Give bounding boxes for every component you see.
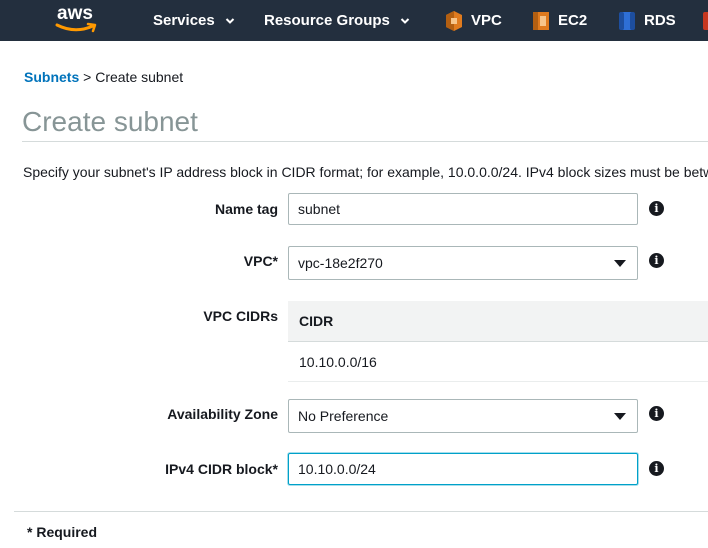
availability-zone-info-icon[interactable]: i: [649, 406, 664, 421]
rds-icon: [619, 11, 635, 30]
availability-zone-select-value: No Preference: [298, 408, 389, 424]
table-row: 10.10.0.0/16: [288, 342, 708, 382]
ec2-shortcut-label: EC2: [558, 12, 588, 29]
page-description: Specify your subnet's IP address block i…: [23, 164, 708, 180]
footer-divider: [14, 511, 708, 512]
chevron-down-icon: [400, 17, 410, 24]
resource-groups-menu-label: Resource Groups: [264, 12, 390, 29]
vpc-info-icon[interactable]: i: [649, 253, 664, 268]
services-menu-label: Services: [153, 12, 215, 29]
name-tag-info-icon[interactable]: i: [649, 201, 664, 216]
vpc-label: VPC*: [243, 253, 278, 269]
resource-groups-menu[interactable]: Resource Groups: [264, 0, 410, 41]
ec2-shortcut[interactable]: EC2: [532, 0, 587, 41]
ipv4-cidr-info-icon[interactable]: i: [649, 461, 664, 476]
top-navigation-bar: aws Services Resource Groups VPC EC2 RDS: [0, 0, 708, 41]
vpc-shortcut-label: VPC: [471, 12, 502, 29]
availability-zone-select[interactable]: No Preference: [288, 399, 638, 433]
ipv4-cidr-label: IPv4 CIDR block*: [165, 461, 278, 477]
services-menu[interactable]: Services: [153, 0, 235, 41]
ec2-icon: [533, 11, 549, 30]
vpc-select-value: vpc-18e2f270: [298, 255, 383, 271]
aws-logo[interactable]: aws: [54, 3, 100, 35]
vpc-shortcut[interactable]: VPC: [445, 0, 502, 41]
dropdown-arrow-icon: [614, 413, 626, 420]
chevron-down-icon: [225, 17, 234, 24]
rds-shortcut-label: RDS: [644, 12, 676, 29]
aws-smile-icon: [55, 22, 97, 33]
required-note: * Required: [27, 524, 98, 540]
breadcrumb-subnets-link[interactable]: Subnets: [24, 69, 79, 85]
vpc-cidrs-label: VPC CIDRs: [203, 308, 278, 324]
title-divider: [22, 141, 708, 142]
vpc-icon: [446, 10, 462, 31]
name-tag-input[interactable]: [288, 193, 638, 225]
cidr-column-header: CIDR: [288, 301, 708, 342]
dropdown-arrow-icon: [614, 260, 626, 267]
ipv4-cidr-input[interactable]: [288, 453, 638, 485]
vpc-cidrs-table: CIDR 10.10.0.0/16: [288, 301, 708, 382]
vpc-select[interactable]: vpc-18e2f270: [288, 246, 638, 280]
breadcrumb-current: Create subnet: [95, 69, 184, 85]
breadcrumb: Subnets > Create subnet: [24, 69, 183, 85]
additional-service-icon[interactable]: [703, 12, 708, 30]
availability-zone-label: Availability Zone: [167, 406, 278, 422]
page-title: Create subnet: [22, 106, 198, 137]
name-tag-label: Name tag: [214, 201, 278, 217]
rds-shortcut[interactable]: RDS: [618, 0, 676, 41]
breadcrumb-separator: >: [83, 69, 92, 85]
